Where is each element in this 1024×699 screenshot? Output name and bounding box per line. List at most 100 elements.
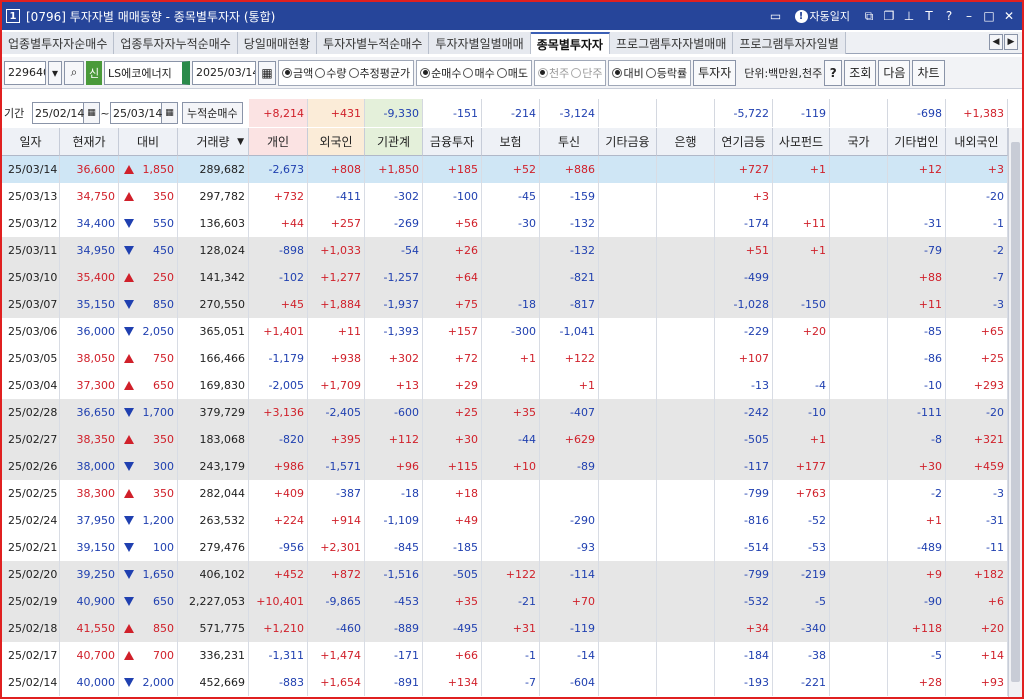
- radio-group2-0[interactable]: 순매수: [420, 65, 461, 81]
- scroll-thumb[interactable]: [1011, 142, 1020, 682]
- radio-group4-1[interactable]: 등락률: [645, 65, 687, 81]
- column-header-4[interactable]: 개인: [249, 128, 308, 156]
- cell-text: -20: [986, 190, 1004, 203]
- end-calendar-icon[interactable]: ▦: [162, 102, 178, 124]
- column-header-0[interactable]: 일자: [2, 128, 60, 156]
- column-header-14[interactable]: 국가: [830, 128, 888, 156]
- query-button[interactable]: 조회: [844, 59, 877, 86]
- sort-dropdown-icon[interactable]: ▼: [237, 137, 244, 147]
- radio-group4-0[interactable]: 대비: [612, 65, 644, 81]
- column-header-6[interactable]: 기관계: [365, 128, 423, 156]
- date-input[interactable]: 2025/03/14: [192, 60, 256, 85]
- help-icon[interactable]: ?: [942, 9, 956, 23]
- arrow-up-icon: [124, 165, 134, 174]
- screen-icon[interactable]: ▭: [769, 9, 783, 23]
- next-button[interactable]: 다음: [878, 59, 911, 86]
- vertical-scrollbar[interactable]: [1008, 128, 1022, 697]
- tab-6[interactable]: 프로그램투자자별매매: [609, 32, 734, 54]
- code-dropdown-icon[interactable]: ▾: [48, 60, 62, 85]
- cell-corp: +1: [888, 507, 946, 534]
- table-row[interactable]: 25/03/12 34,400 550 136,603 +44 +257 -269 +56 -3…: [2, 210, 1008, 237]
- font-icon[interactable]: T: [922, 9, 936, 23]
- radio-group1-2[interactable]: 추정평균가: [348, 65, 410, 81]
- table-row[interactable]: 25/02/24 37,950 1,200 263,532 +224 +914 -1,109…: [2, 507, 1008, 534]
- column-header-9[interactable]: 투신: [540, 128, 599, 156]
- cell-volume: 128,024: [178, 237, 249, 264]
- column-header-13[interactable]: 사모펀드: [773, 128, 830, 156]
- cell-frn: +1,277: [308, 264, 365, 291]
- radio-group1-0[interactable]: 금액: [282, 65, 313, 81]
- table-row[interactable]: 25/02/27 38,350 350 183,068 -820 +395 +112 +30 -…: [2, 426, 1008, 453]
- radio-group3-0[interactable]: 천주: [537, 65, 569, 81]
- table-row[interactable]: 25/02/18 41,550 850 571,775 +1,210 -460 -889 -4…: [2, 615, 1008, 642]
- tab-7[interactable]: 프로그램투자자일별: [733, 32, 846, 54]
- close-icon[interactable]: ✕: [1002, 9, 1016, 23]
- table-row[interactable]: 25/03/14 36,600 1,850 289,682 -2,673 +808 +1,8…: [2, 156, 1008, 183]
- table-row[interactable]: 25/03/04 37,300 650 169,830 -2,005 +1,709 +13 +…: [2, 372, 1008, 399]
- cell-ins: +31: [482, 615, 540, 642]
- table-row[interactable]: 25/03/07 35,150 850 270,550 +45 +1,884 -1,937 +…: [2, 291, 1008, 318]
- tab-2[interactable]: 당일매매현황: [237, 32, 318, 54]
- radio-group2-1[interactable]: 매수: [463, 65, 495, 81]
- tab-next-icon[interactable]: ▶: [1004, 34, 1018, 50]
- table-row[interactable]: 25/02/19 40,900 650 2,227,053 +10,401 -9,865 -…: [2, 588, 1008, 615]
- radio-group2-2[interactable]: 매도: [496, 65, 528, 81]
- calendar-icon[interactable]: ▦: [258, 60, 276, 85]
- tab-0[interactable]: 업종별투자자순매수: [2, 32, 115, 54]
- cell-ind: -1,179: [249, 345, 308, 372]
- column-header-3[interactable]: 거래량 ▼: [178, 128, 249, 156]
- tab-5[interactable]: 종목별투자자: [530, 32, 610, 54]
- start-calendar-icon[interactable]: ▦: [84, 102, 100, 124]
- table-row[interactable]: 25/02/21 39,150 100 279,476 -956 +2,301 -845 -1…: [2, 534, 1008, 561]
- restore-icon[interactable]: ⧉: [862, 9, 876, 23]
- table-row[interactable]: 25/03/10 35,400 250 141,342 -102 +1,277 -1,257…: [2, 264, 1008, 291]
- column-header-8[interactable]: 보험: [482, 128, 540, 156]
- cell-fin: +18: [423, 480, 482, 507]
- cell-inst: +13: [365, 372, 423, 399]
- column-header-10[interactable]: 기타금융: [599, 128, 657, 156]
- table-row[interactable]: 25/03/11 34,950 450 128,024 -898 +1,033 -54 +26…: [2, 237, 1008, 264]
- pin-icon[interactable]: ⊥: [902, 9, 916, 23]
- cell-text: +70: [571, 595, 595, 608]
- tab-1[interactable]: 업종투자자누적순매수: [114, 32, 238, 54]
- column-header-5[interactable]: 외국인: [308, 128, 365, 156]
- stock-code-input[interactable]: 229640: [4, 60, 46, 85]
- table-row[interactable]: 25/02/17 40,700 700 336,231 -1,311 +1,474 -171…: [2, 642, 1008, 669]
- column-header-7[interactable]: 금융투자: [423, 128, 482, 156]
- column-header-11[interactable]: 은행: [657, 128, 715, 156]
- tab-4[interactable]: 투자자별일별매매: [429, 32, 531, 54]
- table-row[interactable]: 25/03/05 38,050 750 166,466 -1,179 +938 +302 +7…: [2, 345, 1008, 372]
- cell-text: +1: [809, 244, 826, 257]
- chart-button[interactable]: 차트: [912, 59, 945, 86]
- table-row[interactable]: 25/02/14 40,000 2,000 452,669 -883 +1,654 -891…: [2, 669, 1008, 696]
- table-row[interactable]: 25/03/06 36,000 2,050 365,051 +1,401 +11 -1,39…: [2, 318, 1008, 345]
- table-row[interactable]: 25/03/13 34,750 350 297,782 +732 -411 -302 -100…: [2, 183, 1008, 210]
- minimize-icon[interactable]: –: [962, 9, 976, 23]
- search-icon[interactable]: ⌕: [64, 60, 84, 85]
- column-header-16[interactable]: 내외국인: [946, 128, 1008, 156]
- tab-3[interactable]: 투자자별누적순매수: [317, 32, 430, 54]
- help-button[interactable]: ?: [824, 59, 843, 86]
- investor-button[interactable]: 투자자: [693, 59, 737, 86]
- tab-prev-icon[interactable]: ◀: [989, 34, 1003, 50]
- table-row[interactable]: 25/02/25 38,300 350 282,044 +409 -387 -18 +18 -7…: [2, 480, 1008, 507]
- column-header-15[interactable]: 기타법인: [888, 128, 946, 156]
- autosave-button[interactable]: ! 자동일지: [794, 8, 850, 24]
- end-date-input[interactable]: 25/03/14: [110, 102, 162, 124]
- maximize-icon[interactable]: □: [982, 9, 996, 23]
- cell-text: 379,729: [199, 406, 246, 419]
- copy-icon[interactable]: ❐: [882, 9, 896, 23]
- cell-text: -300: [511, 325, 536, 338]
- column-header-1[interactable]: 현재가: [60, 128, 119, 156]
- start-date-input[interactable]: 25/02/14: [32, 102, 84, 124]
- table-row[interactable]: 25/02/20 39,250 1,650 406,102 +452 +872 -1,516…: [2, 561, 1008, 588]
- radio-group1-1[interactable]: 수량: [315, 65, 347, 81]
- table-row[interactable]: 25/02/26 38,000 300 243,179 +986 -1,571 +96 +11…: [2, 453, 1008, 480]
- cell-ins: -30: [482, 210, 540, 237]
- column-header-12[interactable]: 연기금등: [715, 128, 773, 156]
- table-row[interactable]: 25/02/28 36,650 1,700 379,729 +3,136 -2,405 -6…: [2, 399, 1008, 426]
- stock-name-field[interactable]: LS에코에너지: [104, 60, 190, 85]
- column-header-2[interactable]: 대비: [119, 128, 178, 156]
- cell-ind: -820: [249, 426, 308, 453]
- radio-group3-1[interactable]: 단주: [571, 65, 602, 81]
